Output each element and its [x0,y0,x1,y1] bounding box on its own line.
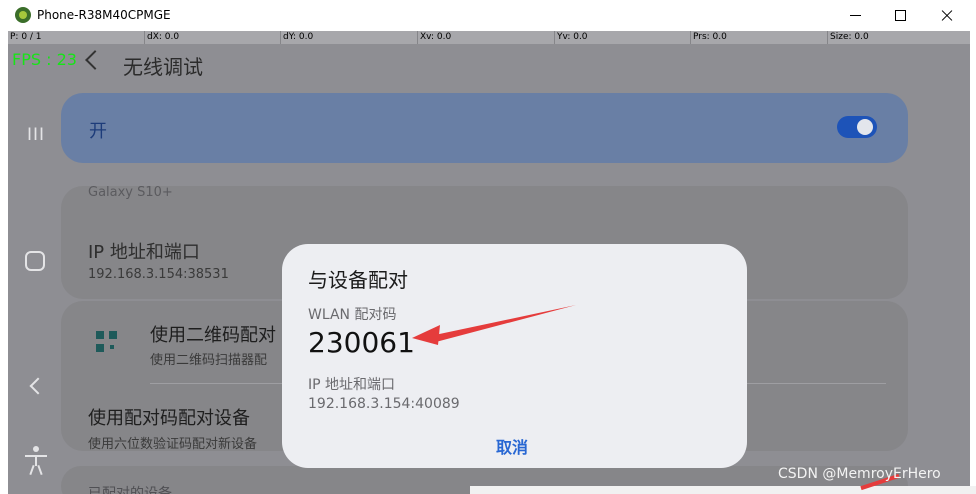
info-pointer: P: 0 / 1 [10,32,42,42]
device-name: Galaxy S10+ [88,185,173,200]
page-title: 无线调试 [123,55,203,79]
code-pair-subtitle: 使用六位数验证码配对新设备 [88,437,258,452]
dialog-ip-value: 192.168.3.154:40089 [308,396,460,412]
back-arrow-icon[interactable] [85,50,105,70]
info-xv: Xv: 0.0 [417,31,550,44]
info-size: Size: 0.0 [827,31,970,44]
pairing-code-label: WLAN 配对码 [308,307,397,323]
minimize-button[interactable] [832,0,878,31]
window-titlebar: Phone-R38M40CPMGE [0,0,976,31]
android-icon [15,7,31,23]
navigation-bar: III [8,91,60,494]
background-window-edge [470,486,976,494]
nav-back-icon[interactable] [29,377,47,395]
window-title: Phone-R38M40CPMGE [37,8,171,22]
switch-knob [857,119,873,135]
fps-counter: FPS : 23 [12,50,77,69]
info-yv: Yv: 0.0 [554,31,687,44]
accessibility-icon[interactable] [23,446,49,476]
paired-devices-header: 已配对的设备 [88,486,172,494]
home-icon[interactable] [25,251,45,271]
close-button[interactable] [924,0,970,31]
ip-port-value: 192.168.3.154:38531 [88,267,229,282]
info-dy: dY: 0.0 [280,31,413,44]
qr-code-icon [96,331,118,353]
wireless-debugging-toggle-row[interactable]: 开 [61,93,908,163]
qr-pair-subtitle: 使用二维码扫描器配 [150,353,268,368]
pointer-info-bar: P: 0 / 1 dX: 0.0 dY: 0.0 Xv: 0.0 Yv: 0.0… [8,31,970,44]
info-pressure: Prs: 0.0 [690,31,823,44]
info-dx: dX: 0.0 [144,31,277,44]
dialog-title: 与设备配对 [308,268,408,292]
dialog-ip-label: IP 地址和端口 [308,377,396,393]
pairing-code: 230061 [308,326,415,359]
qr-pair-title[interactable]: 使用二维码配对 [150,321,276,347]
pair-device-dialog: 与设备配对 WLAN 配对码 230061 IP 地址和端口 192.168.3… [282,244,747,468]
ip-port-title: IP 地址和端口 [88,242,200,263]
cancel-button[interactable]: 取消 [496,434,528,458]
maximize-button[interactable] [878,0,924,31]
recents-icon[interactable]: III [27,125,45,145]
toggle-label: 开 [89,121,107,142]
wireless-debugging-switch[interactable] [837,116,877,138]
code-pair-title[interactable]: 使用配对码配对设备 [88,404,250,430]
watermark: CSDN @MemroyErHero [778,466,941,482]
